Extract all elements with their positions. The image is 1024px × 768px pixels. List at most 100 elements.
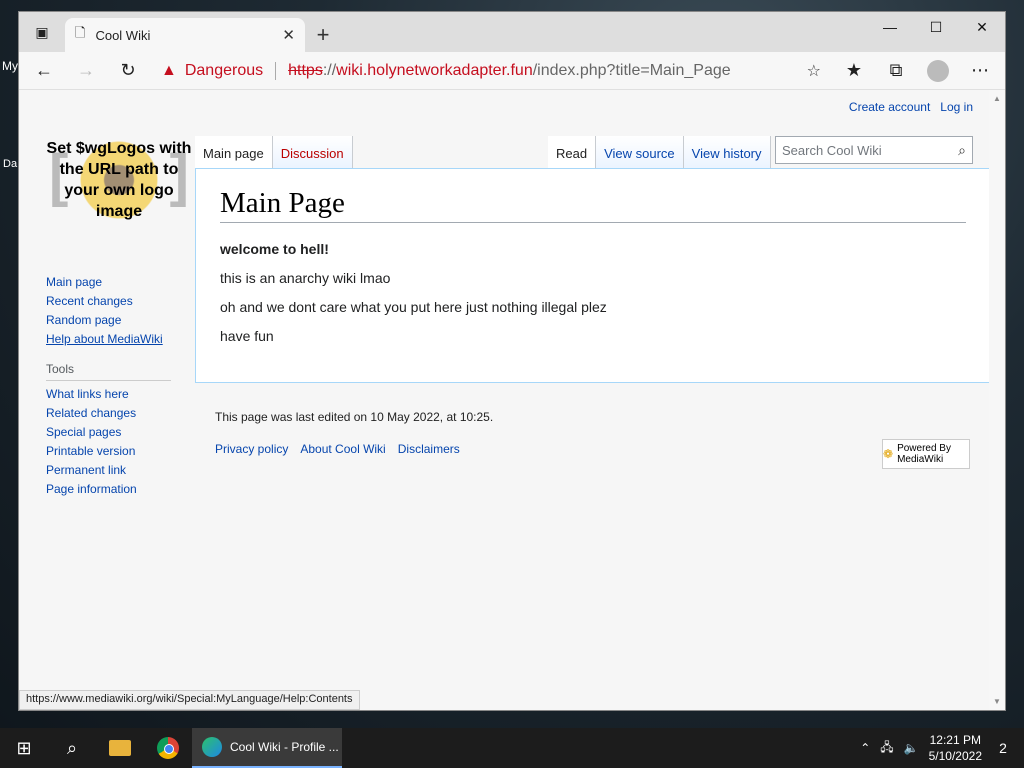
personal-tools: Create account Log in (849, 100, 973, 114)
mediawiki-icon: ❁ (883, 447, 894, 461)
clock-time: 12:21 PM (929, 733, 981, 747)
main-content: Main Page welcome to hell! this is an an… (195, 168, 991, 383)
search-icon[interactable]: ⌕ (958, 142, 966, 159)
tab-main-page[interactable]: Main page (195, 136, 273, 170)
tools-link-what-links-here[interactable]: What links here (46, 387, 129, 401)
taskbar-edge-app[interactable]: Cool Wiki - Profile ... (192, 728, 342, 768)
favorites-icon[interactable]: ★ (835, 55, 873, 87)
taskbar: ⊞ ⌕ Cool Wiki - Profile ... ⌃ 🖧 🔈 12:21 … (0, 728, 1024, 768)
tools-link-permanent-link[interactable]: Permanent link (46, 463, 126, 477)
edge-icon (202, 737, 222, 757)
create-account-link[interactable]: Create account (849, 100, 930, 114)
about-link[interactable]: About Cool Wiki (300, 442, 385, 456)
system-tray: ⌃ 🖧 🔈 12:21 PM 5/10/2022 2 (860, 732, 1024, 764)
forward-button[interactable]: → (67, 55, 105, 87)
sidebar-link-main-page[interactable]: Main page (46, 275, 102, 289)
sidebar-item: Page information (46, 482, 171, 497)
search-icon[interactable]: ⌕ (48, 728, 96, 768)
tab-view-history[interactable]: View history (683, 136, 771, 170)
tools-link-related-changes[interactable]: Related changes (46, 406, 136, 420)
chrome-icon[interactable] (144, 728, 192, 768)
powered-by-text: Powered By MediaWiki (897, 443, 951, 465)
content-paragraph: this is an anarchy wiki lmao (220, 270, 391, 286)
file-explorer-icon[interactable] (96, 728, 144, 768)
url-text[interactable]: https://wiki.holynetworkadapter.fun/inde… (288, 62, 731, 80)
tab-view-source[interactable]: View source (596, 136, 684, 170)
url-host: wiki.holynetworkadapter.fun (336, 61, 533, 79)
folder-icon (109, 740, 131, 756)
chevron-up-icon[interactable]: ⌃ (860, 741, 870, 755)
navigation-portal: Main page Recent changes Random page Hel… (46, 275, 171, 347)
sidebar-link-help[interactable]: Help about MediaWiki (46, 332, 163, 346)
sidebar-item: Related changes (46, 406, 171, 421)
sidebar: Main page Recent changes Random page Hel… (46, 275, 171, 501)
clock-date: 5/10/2022 (928, 749, 982, 763)
tab-read[interactable]: Read (548, 136, 597, 170)
scroll-down-icon[interactable]: ▼ (993, 697, 1001, 706)
tools-link-special-pages[interactable]: Special pages (46, 425, 121, 439)
window-controls: — ☐ ✕ (867, 12, 1005, 42)
tools-portal: What links here Related changes Special … (46, 387, 171, 497)
powered-by-mediawiki-badge[interactable]: ❁ Powered By MediaWiki (882, 439, 970, 469)
notifications-icon[interactable]: 2 (992, 737, 1014, 759)
link-status-bar: https://www.mediawiki.org/wiki/Special:M… (19, 690, 360, 710)
content-paragraph: oh and we dont care what you put here ju… (220, 299, 607, 315)
view-tabs: Read View source View history (548, 136, 771, 170)
tools-heading: Tools (46, 362, 171, 381)
url-path: /index.php?title=Main_Page (532, 61, 731, 79)
chrome-logo (157, 737, 179, 759)
more-options-icon[interactable]: ⋯ (961, 55, 999, 87)
tools-link-printable-version[interactable]: Printable version (46, 444, 135, 458)
add-favorite-icon[interactable]: ☆ (807, 61, 821, 81)
tab-discussion[interactable]: Discussion (272, 136, 353, 170)
disclaimers-link[interactable]: Disclaimers (398, 442, 460, 456)
log-in-link[interactable]: Log in (940, 100, 973, 114)
sidebar-item: Recent changes (46, 294, 171, 309)
sidebar-item: Printable version (46, 444, 171, 459)
sidebar-link-recent-changes[interactable]: Recent changes (46, 294, 133, 308)
warning-icon[interactable]: ▲ (161, 62, 177, 80)
tab-close-icon[interactable]: ✕ (282, 26, 295, 44)
tab-actions-icon[interactable]: ▣ (19, 12, 65, 52)
maximize-button[interactable]: ☐ (913, 12, 959, 42)
minimize-button[interactable]: — (867, 12, 913, 42)
close-window-button[interactable]: ✕ (959, 12, 1005, 42)
sidebar-item: Random page (46, 313, 171, 328)
refresh-button[interactable]: ↻ (109, 55, 147, 87)
site-logo[interactable]: [ ] Set $wgLogos with the URL path to yo… (41, 120, 197, 240)
privacy-policy-link[interactable]: Privacy policy (215, 442, 288, 456)
content-paragraph: welcome to hell! (220, 241, 329, 257)
start-windows-icon[interactable]: ⊞ (0, 728, 48, 768)
browser-toolbar: ← → ↻ ▲ Dangerous https://wiki.holynetwo… (19, 52, 1005, 90)
new-tab-button[interactable]: + (305, 18, 341, 52)
tab-title: Cool Wiki (95, 27, 151, 43)
sidebar-item: What links here (46, 387, 171, 402)
browser-window: ▣ 🗋 Cool Wiki ✕ + — ☐ ✕ ← → ↻ ▲ Dangerou… (18, 11, 1006, 711)
volume-icon[interactable]: 🔈 (904, 741, 919, 755)
scroll-up-icon[interactable]: ▲ (993, 94, 1001, 103)
back-button[interactable]: ← (25, 55, 63, 87)
search-input[interactable] (782, 142, 959, 158)
browser-tab[interactable]: 🗋 Cool Wiki ✕ (65, 18, 305, 52)
sidebar-link-random-page[interactable]: Random page (46, 313, 121, 327)
address-bar[interactable]: ▲ Dangerous https://wiki.holynetworkadap… (151, 55, 831, 87)
desktop-icon-label[interactable]: My (2, 59, 18, 73)
sidebar-item: Permanent link (46, 463, 171, 478)
clock[interactable]: 12:21 PM 5/10/2022 (929, 732, 982, 764)
collections-icon[interactable]: ⧉ (877, 55, 915, 87)
desktop-icon-label[interactable]: Da (3, 158, 17, 170)
avatar (927, 59, 949, 82)
address-separator (275, 61, 277, 80)
taskbar-app-title: Cool Wiki - Profile ... (230, 740, 339, 754)
security-status[interactable]: Dangerous (185, 62, 263, 80)
page-title: Main Page (220, 187, 966, 223)
last-edited-info: This page was last edited on 10 May 2022… (215, 410, 494, 424)
tools-link-page-information[interactable]: Page information (46, 482, 137, 496)
vertical-scrollbar[interactable]: ▲ ▼ (989, 90, 1005, 710)
content-paragraph: have fun (220, 328, 274, 344)
network-icon[interactable]: 🖧 (880, 738, 893, 759)
profile-button[interactable] (919, 55, 957, 87)
url-scheme-separator: :// (322, 61, 337, 79)
namespace-tabs: Main page Discussion (195, 136, 353, 170)
notification-count: 2 (999, 740, 1007, 756)
